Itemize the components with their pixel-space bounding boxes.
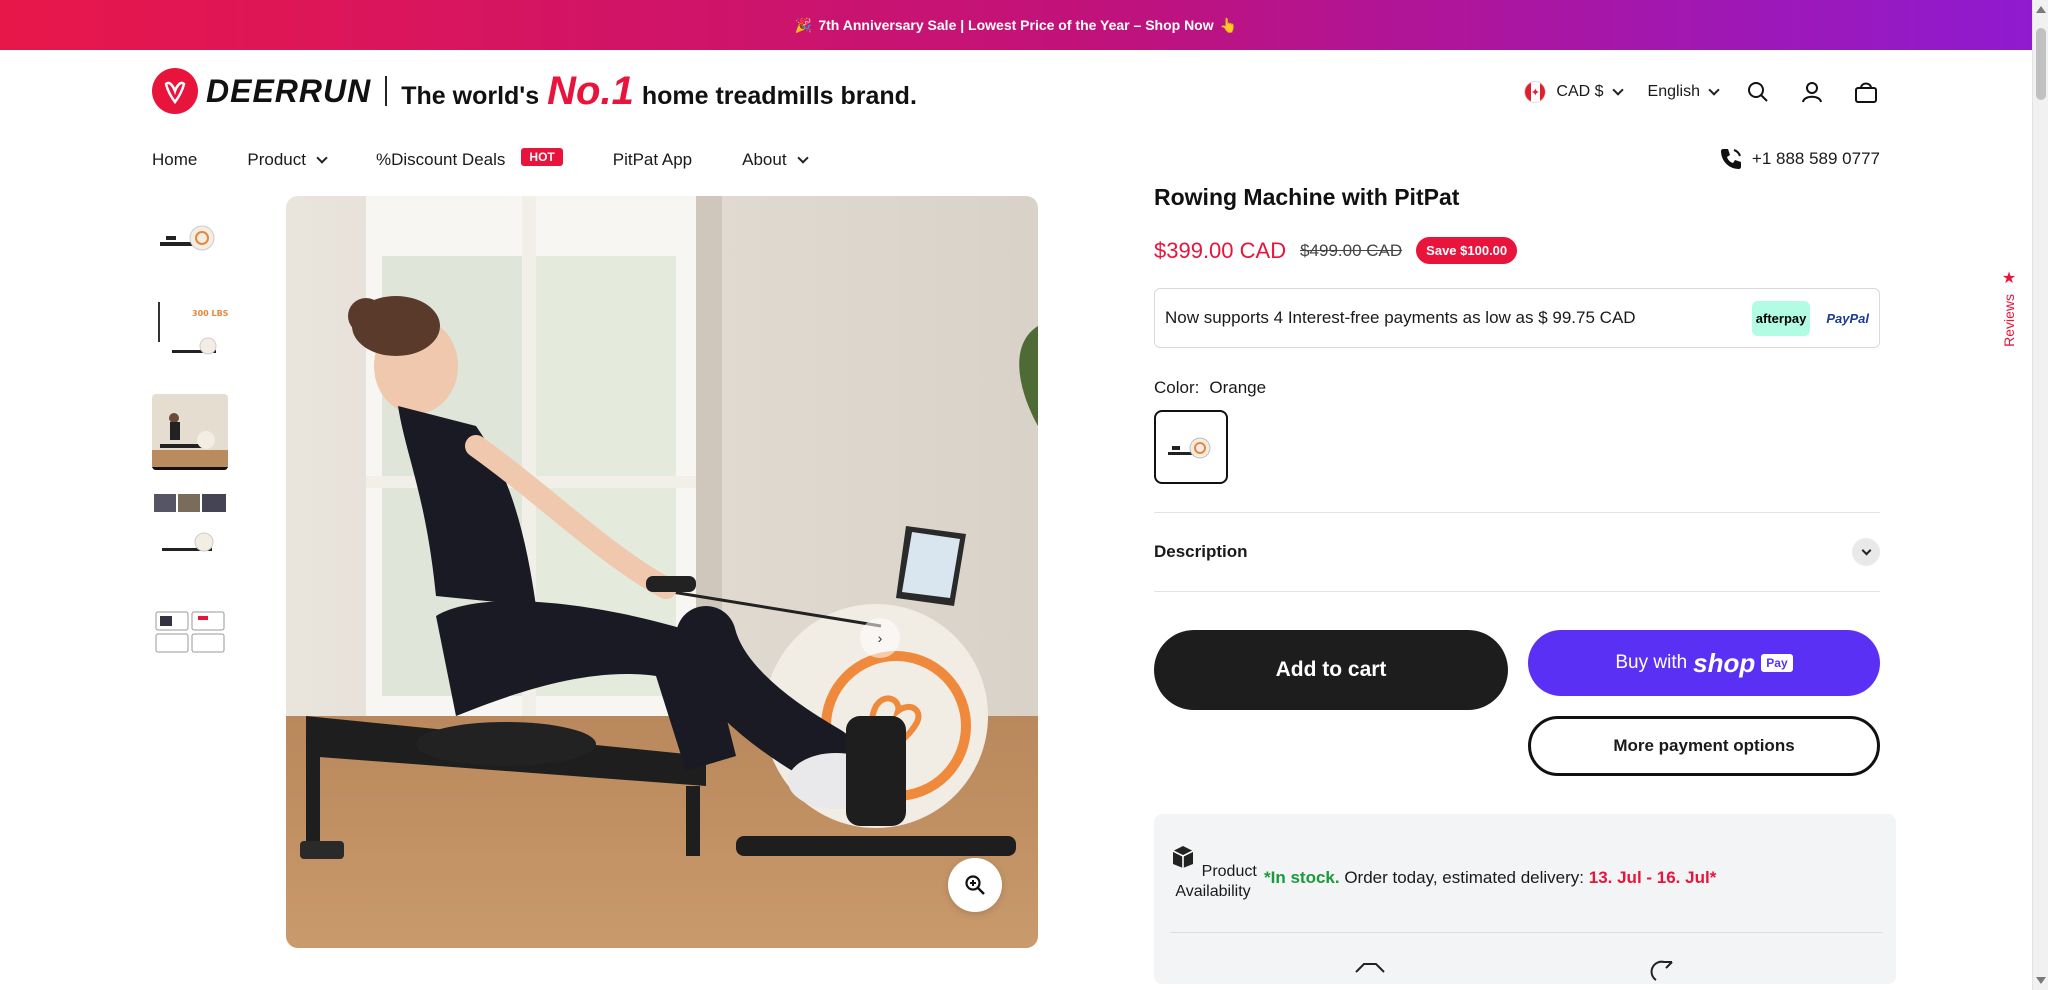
language-selector[interactable]: English bbox=[1647, 83, 1720, 101]
rowing-scene-illustration bbox=[286, 196, 1038, 948]
nav-product[interactable]: Product bbox=[247, 150, 328, 170]
shop-logo: shop bbox=[1693, 647, 1756, 678]
canada-flag-icon: ✦ bbox=[1524, 81, 1547, 103]
thumbnail-2[interactable]: 300 LBS bbox=[152, 296, 228, 372]
installments-box: Now supports 4 Interest-free payments as… bbox=[1154, 288, 1880, 348]
hot-badge: HOT bbox=[521, 148, 563, 166]
availability-box: Product Availability *In stock. Order to… bbox=[1154, 814, 1896, 984]
thumbnail-5[interactable] bbox=[152, 590, 228, 666]
pay-badge: Pay bbox=[1761, 654, 1793, 672]
buy-actions: Add to cart Buy with shop Pay More payme… bbox=[1154, 630, 1880, 776]
stock-status: *In stock. Order today, estimated delive… bbox=[1264, 868, 1716, 888]
scroll-up-arrow[interactable] bbox=[2036, 6, 2046, 13]
reviews-side-tab[interactable]: ★ Reviews bbox=[1998, 268, 2020, 358]
pointing-icon: 👆 bbox=[1219, 16, 1238, 33]
afterpay-logo: afterpay bbox=[1751, 300, 1811, 336]
scroll-thumb[interactable] bbox=[2036, 28, 2046, 100]
nav-home-label: Home bbox=[152, 150, 198, 169]
description-toggle[interactable] bbox=[1852, 538, 1880, 566]
save-badge: Save $100.00 bbox=[1416, 237, 1518, 264]
header-actions: ✦ CAD $ English bbox=[1524, 74, 1880, 110]
announcement-bar[interactable]: 🎉 7th Anniversary Sale | Lowest Price of… bbox=[0, 0, 2032, 50]
nav-home[interactable]: Home bbox=[152, 150, 197, 170]
language-label: English bbox=[1647, 83, 1700, 100]
logo-divider bbox=[385, 76, 388, 106]
original-price: $499.00 CAD bbox=[1300, 240, 1403, 260]
product-title: Rowing Machine with PitPat bbox=[1154, 184, 1460, 210]
brand-logo[interactable]: DEERRUN The world's No.1 home treadmills… bbox=[152, 68, 917, 114]
search-icon[interactable] bbox=[1744, 78, 1772, 106]
tagline-pre: The world's bbox=[401, 81, 540, 110]
delivery-dates: 13. Jul - 16. Jul bbox=[1588, 868, 1710, 887]
color-label: Color: bbox=[1154, 378, 1200, 397]
more-payment-options-button[interactable]: More payment options bbox=[1528, 716, 1880, 776]
party-icon: 🎉 bbox=[794, 16, 813, 33]
payment-buttons: Buy with shop Pay More payment options bbox=[1528, 630, 1880, 776]
phone-number: +1 888 589 0777 bbox=[1751, 149, 1880, 168]
return-icon bbox=[1650, 960, 1673, 981]
box-icon bbox=[1172, 846, 1194, 868]
color-value: Orange bbox=[1209, 378, 1267, 397]
thumbnail-1[interactable] bbox=[152, 198, 228, 274]
buy-with-label: Buy with bbox=[1615, 652, 1688, 673]
account-icon[interactable] bbox=[1798, 78, 1826, 106]
stock-asterisk: * bbox=[1264, 868, 1271, 887]
star-icon: ★ bbox=[2001, 270, 2017, 287]
svg-text:300 LBS: 300 LBS bbox=[192, 309, 228, 318]
scroll-down-arrow[interactable] bbox=[2036, 977, 2046, 984]
main-nav: Home Product %Discount Deals HOT PitPat A… bbox=[152, 148, 857, 172]
cart-icon[interactable] bbox=[1852, 78, 1880, 106]
currency-selector[interactable]: ✦ CAD $ bbox=[1524, 81, 1624, 103]
nav-pitpat-app[interactable]: PitPat App bbox=[613, 150, 692, 170]
chevron-down-icon bbox=[1861, 545, 1871, 555]
shop-pay-button[interactable]: Buy with shop Pay bbox=[1528, 630, 1880, 696]
nav-about[interactable]: About bbox=[742, 150, 809, 170]
color-label-row: Color: Orange bbox=[1154, 378, 1880, 398]
order-text: Order today, estimated delivery: bbox=[1344, 868, 1585, 887]
nav-about-label: About bbox=[742, 150, 787, 169]
chevron-down-icon bbox=[1611, 84, 1624, 96]
chevron-down-icon bbox=[1708, 84, 1720, 96]
thumbnail-4[interactable] bbox=[152, 492, 228, 568]
shipping-icon bbox=[1355, 963, 1385, 973]
stock-end-asterisk: * bbox=[1709, 868, 1717, 887]
page-scrollbar[interactable] bbox=[2032, 0, 2048, 990]
product-availability: Product Availability bbox=[1168, 842, 1258, 902]
phone-link[interactable]: +1 888 589 0777 bbox=[1718, 146, 1880, 172]
sale-price: $399.00 CAD bbox=[1154, 237, 1287, 263]
brand-tagline: The world's No.1 home treadmills brand. bbox=[401, 69, 917, 114]
payment-logos: afterpay PayPal bbox=[1751, 300, 1869, 336]
price-row: $399.00 CAD $499.00 CAD Save $100.00 bbox=[1154, 237, 1880, 264]
installments-text: Now supports 4 Interest-free payments as… bbox=[1165, 308, 1636, 327]
tagline-post: home treadmills brand. bbox=[641, 81, 917, 110]
currency-label: CAD $ bbox=[1556, 83, 1604, 100]
chevron-down-icon bbox=[316, 152, 328, 164]
thumbnail-3[interactable] bbox=[152, 394, 228, 470]
nav-discount-label: %Discount Deals bbox=[375, 150, 506, 169]
nav-discount-deals[interactable]: %Discount Deals HOT bbox=[375, 148, 563, 170]
paypal-logo: PayPal bbox=[1826, 310, 1869, 326]
description-accordion[interactable]: Description bbox=[1154, 512, 1880, 592]
chevron-down-icon bbox=[796, 152, 809, 164]
add-to-cart-button[interactable]: Add to cart bbox=[1154, 630, 1508, 710]
logo-wordmark: DEERRUN bbox=[206, 72, 372, 109]
zoom-button[interactable] bbox=[948, 858, 1002, 912]
description-label: Description bbox=[1154, 542, 1248, 561]
in-stock-label: In stock. bbox=[1270, 868, 1340, 887]
color-swatch-orange[interactable] bbox=[1154, 410, 1228, 484]
thumbnail-gallery: 300 LBS bbox=[152, 198, 228, 688]
reviews-label: Reviews bbox=[2001, 294, 2017, 347]
tagline-no1: No.1 bbox=[547, 68, 634, 113]
zoom-in-icon bbox=[965, 875, 985, 895]
nav-product-label: Product bbox=[247, 150, 306, 169]
next-image-button[interactable]: › bbox=[860, 618, 900, 658]
product-info: Rowing Machine with PitPat $399.00 CAD $… bbox=[1154, 184, 1896, 984]
announcement-text[interactable]: 7th Anniversary Sale | Lowest Price of t… bbox=[818, 17, 1213, 33]
phone-icon bbox=[1720, 149, 1741, 169]
deerrun-logo-icon bbox=[152, 68, 198, 114]
nav-pitpat-label: PitPat App bbox=[612, 150, 693, 169]
main-product-image[interactable]: › bbox=[286, 196, 1038, 948]
availability-divider bbox=[1170, 932, 1882, 933]
